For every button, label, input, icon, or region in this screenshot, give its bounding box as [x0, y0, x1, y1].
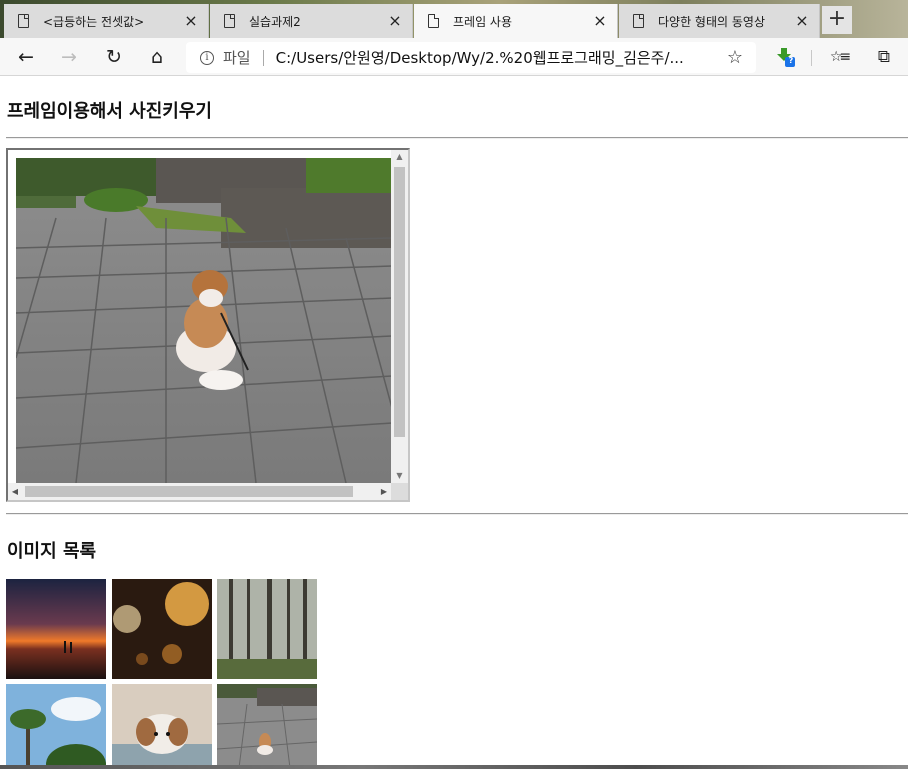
- scroll-left-arrow-icon[interactable]: ◀: [8, 483, 22, 500]
- gallery-thumb-pine-forest[interactable]: [217, 579, 317, 679]
- desktop-edge: [0, 765, 908, 769]
- divider-top: [6, 137, 908, 139]
- enlarged-photo: [16, 158, 392, 483]
- toolbar-divider: [811, 50, 812, 66]
- home-button[interactable]: ⌂: [146, 46, 168, 68]
- tab-title: 다양한 형태의 동영상: [658, 14, 765, 29]
- horizontal-scroll-thumb[interactable]: [25, 486, 353, 497]
- address-divider: [262, 49, 264, 66]
- url-text[interactable]: C:/Users/안원영/Desktop/Wy/2.%20웹프로그래밍_김은주/…: [276, 47, 724, 68]
- new-tab-button[interactable]: +: [822, 6, 852, 34]
- gallery-thumb-palm-trees-sky[interactable]: [6, 684, 106, 769]
- close-icon[interactable]: ×: [593, 13, 607, 29]
- gallery-thumb-rain-bokeh[interactable]: [112, 579, 212, 679]
- collections-button[interactable]: ⧉: [873, 46, 895, 68]
- tab-1[interactable]: <급등하는 전셋값> ×: [4, 4, 209, 38]
- scroll-down-arrow-icon[interactable]: ▼: [391, 469, 408, 483]
- vertical-scroll-thumb[interactable]: [394, 167, 405, 437]
- forward-button[interactable]: →: [58, 46, 80, 68]
- tab-title: <급등하는 전셋값>: [43, 14, 145, 29]
- document-icon: [224, 13, 236, 28]
- document-icon: [428, 13, 440, 28]
- close-icon[interactable]: ×: [795, 13, 809, 29]
- scheme-label: 파일: [223, 49, 251, 67]
- favorite-star-icon[interactable]: ☆: [724, 47, 746, 68]
- tab-3-active[interactable]: 프레임 사용 ×: [414, 4, 618, 38]
- gallery-thumb-puppy-pavement[interactable]: [217, 684, 317, 769]
- tab-title: 프레임 사용: [453, 14, 513, 29]
- refresh-button[interactable]: ↻: [103, 46, 125, 68]
- download-extension-icon[interactable]: ?: [774, 46, 796, 68]
- gallery-thumb-puppy-blanket[interactable]: [112, 684, 212, 769]
- back-button[interactable]: ←: [15, 46, 37, 68]
- info-icon[interactable]: i: [200, 50, 214, 65]
- frame-heading: 프레임이용해서 사진키우기: [7, 101, 212, 122]
- extension-badge: ?: [788, 56, 794, 65]
- address-bar[interactable]: i 파일 C:/Users/안원영/Desktop/Wy/2.%20웹프로그래밍…: [186, 42, 756, 73]
- tab-2[interactable]: 실습과제2 ×: [210, 4, 413, 38]
- tab-4[interactable]: 다양한 형태의 동영상 ×: [619, 4, 820, 38]
- favorites-button[interactable]: ☆≡: [828, 46, 851, 68]
- photo-iframe[interactable]: ▲ ▼ ◀ ▶: [6, 148, 410, 502]
- divider-bottom: [6, 513, 908, 515]
- iframe-horizontal-scrollbar[interactable]: ◀ ▶: [8, 483, 391, 500]
- close-icon[interactable]: ×: [184, 13, 198, 29]
- scroll-up-arrow-icon[interactable]: ▲: [391, 150, 408, 164]
- scroll-right-arrow-icon[interactable]: ▶: [377, 483, 391, 500]
- gallery-thumb-sunset-sea[interactable]: [6, 579, 106, 679]
- browser-toolbar: ← → ↻ ⌂ i 파일 C:/Users/안원영/Desktop/Wy/2.%…: [0, 38, 908, 76]
- close-icon[interactable]: ×: [388, 13, 402, 29]
- document-icon: [18, 13, 30, 28]
- iframe-vertical-scrollbar[interactable]: ▲ ▼: [391, 150, 408, 483]
- gallery-heading: 이미지 목록: [7, 541, 97, 562]
- tab-title: 실습과제2: [249, 14, 301, 29]
- tab-strip: <급등하는 전셋값> × 실습과제2 × 프레임 사용 × 다양한 형태의 동영…: [0, 0, 908, 38]
- document-icon: [633, 13, 645, 28]
- scrollbar-corner: [391, 483, 408, 500]
- page-content: 프레임이용해서 사진키우기 ▲ ▼ ◀ ▶ 이미지 목록: [0, 77, 908, 769]
